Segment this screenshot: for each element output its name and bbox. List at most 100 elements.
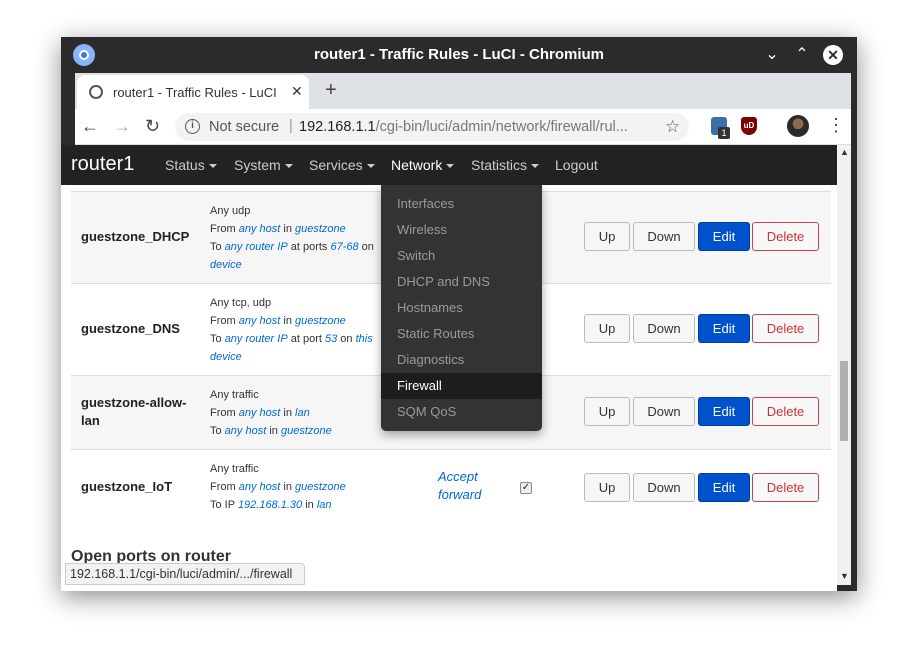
title-bar: router1 - Traffic Rules - LuCI - Chromiu… [61, 37, 857, 73]
desc-link: 192.168.1.30 [237, 499, 303, 511]
scroll-up-icon[interactable]: ▲ [840, 147, 849, 157]
forward-icon[interactable]: → [113, 116, 131, 137]
desc-line: Any tcp, udp [210, 297, 272, 309]
enable-checkbox[interactable]: ✓ [520, 482, 532, 494]
profile-avatar[interactable] [787, 115, 809, 137]
rule-name: guestzone-allow-lan [81, 395, 187, 428]
action-text: forward [438, 487, 482, 502]
desc-link: 67-68 [330, 241, 359, 253]
desc-link: lan [295, 407, 310, 419]
menu-item-dhcp-dns[interactable]: DHCP and DNS [381, 269, 542, 295]
browser-window: router1 - Traffic Rules - LuCI - Chromiu… [61, 37, 857, 591]
tab-active[interactable]: router1 - Traffic Rules - LuCI ✕ [77, 75, 309, 109]
delete-button[interactable]: Delete [752, 397, 819, 426]
delete-button[interactable]: Delete [752, 222, 819, 251]
menu-item-firewall[interactable]: Firewall [381, 373, 542, 399]
desc-text: From [210, 407, 239, 419]
menu-item-hostnames[interactable]: Hostnames [381, 295, 542, 321]
ublock-icon[interactable]: uD [741, 117, 757, 135]
menu-item-interfaces[interactable]: Interfaces [381, 191, 542, 217]
status-bar-url: 192.168.1.1/cgi-bin/luci/admin/.../firew… [65, 563, 306, 585]
up-button[interactable]: Up [584, 473, 630, 502]
desc-line: To IP 192.168.1.30 in lan [210, 496, 346, 514]
bookmark-star-icon[interactable]: ☆ [665, 117, 680, 137]
desc-line: Any traffic [210, 389, 259, 401]
desc-text: From [210, 223, 239, 235]
edit-button[interactable]: Edit [698, 222, 750, 251]
desc-line: From any host in guestzone [210, 220, 374, 238]
delete-button[interactable]: Delete [752, 314, 819, 343]
vertical-scrollbar[interactable]: ▲ ▼ [837, 145, 851, 585]
scroll-thumb[interactable] [840, 361, 848, 441]
down-button[interactable]: Down [633, 314, 695, 343]
nav-system[interactable]: System [234, 157, 293, 173]
edit-button[interactable]: Edit [698, 473, 750, 502]
nav-logout[interactable]: Logout [555, 157, 598, 173]
new-tab-button[interactable]: + [325, 79, 337, 102]
desc-link: any host [238, 315, 281, 327]
page-viewport: router1 Status System Services Network S… [61, 145, 837, 591]
desc-line: From any host in guestzone [210, 478, 346, 496]
maximize-button[interactable]: ⌃ [792, 45, 812, 65]
desc-link: this [355, 333, 373, 345]
menu-icon[interactable]: ⋮ [827, 115, 845, 136]
rule-name: guestzone_IoT [81, 479, 173, 494]
menu-item-static-routes[interactable]: Static Routes [381, 321, 542, 347]
info-icon[interactable]: i [185, 119, 200, 134]
desc-link: any host [224, 425, 267, 437]
desc-link: lan [316, 499, 332, 511]
up-button[interactable]: Up [584, 314, 630, 343]
desc-link: any host [238, 481, 281, 493]
up-button[interactable]: Up [584, 222, 630, 251]
menu-item-wireless[interactable]: Wireless [381, 217, 542, 243]
browser-toolbar: ← → ↻ i Not secure | 192.168.1.1/cgi-bin… [75, 109, 851, 145]
desc-text: To [210, 425, 225, 437]
down-button[interactable]: Down [633, 397, 695, 426]
scroll-down-icon[interactable]: ▼ [840, 571, 849, 581]
caret-icon [208, 164, 217, 169]
rule-desc: Any udp From any host in guestzone To an… [210, 202, 374, 274]
desc-text: From [210, 315, 239, 327]
down-button[interactable]: Down [633, 473, 695, 502]
url-path: /cgi-bin/luci/admin/network/firewall/rul… [375, 119, 628, 135]
window-title: router1 - Traffic Rules - LuCI - Chromiu… [313, 46, 605, 63]
back-icon[interactable]: ← [81, 116, 99, 137]
nav-network[interactable]: Network [391, 157, 455, 173]
rule-desc: Any tcp, udp From any host in guestzone … [210, 294, 373, 366]
menu-item-sqm-qos[interactable]: SQM QoS [381, 399, 542, 425]
address-bar[interactable]: i Not secure | 192.168.1.1/cgi-bin/luci/… [175, 113, 689, 141]
desc-text: To [210, 333, 225, 345]
desc-line: To any router IP at ports 67-68 on [210, 238, 374, 256]
desc-line: To any router IP at port 53 on this [210, 330, 373, 348]
desc-text: in [266, 425, 281, 437]
menu-item-switch[interactable]: Switch [381, 243, 542, 269]
menu-item-diagnostics[interactable]: Diagnostics [381, 347, 542, 373]
down-button[interactable]: Down [633, 222, 695, 251]
nav-statistics[interactable]: Statistics [471, 157, 540, 173]
edit-button[interactable]: Edit [698, 314, 750, 343]
extension-icon[interactable]: 1 [711, 117, 730, 139]
desc-link: any router IP [224, 333, 288, 345]
action-text: Accept [438, 469, 478, 484]
delete-button[interactable]: Delete [752, 473, 819, 502]
up-button[interactable]: Up [584, 397, 630, 426]
tab-title: router1 - Traffic Rules - LuCI [113, 85, 277, 100]
nav-status-label: Status [165, 157, 205, 173]
desc-link: device [210, 351, 242, 363]
brand[interactable]: router1 [71, 153, 134, 176]
desc-link: any host [238, 223, 281, 235]
nav-network-label: Network [391, 157, 443, 173]
reload-icon[interactable]: ↻ [145, 116, 160, 137]
nav-status[interactable]: Status [165, 157, 217, 173]
desc-link: 53 [324, 333, 338, 345]
desc-link: guestzone [295, 481, 346, 493]
url-text[interactable]: 192.168.1.1/cgi-bin/luci/admin/network/f… [299, 119, 659, 135]
desc-text: on [358, 241, 374, 253]
caret-icon [446, 164, 455, 169]
close-window-button[interactable]: ✕ [823, 45, 843, 65]
nav-services[interactable]: Services [309, 157, 375, 173]
edit-button[interactable]: Edit [698, 397, 750, 426]
minimize-button[interactable]: ⌄ [762, 45, 782, 65]
desc-link: guestzone [295, 223, 346, 235]
close-tab-icon[interactable]: ✕ [291, 83, 303, 100]
